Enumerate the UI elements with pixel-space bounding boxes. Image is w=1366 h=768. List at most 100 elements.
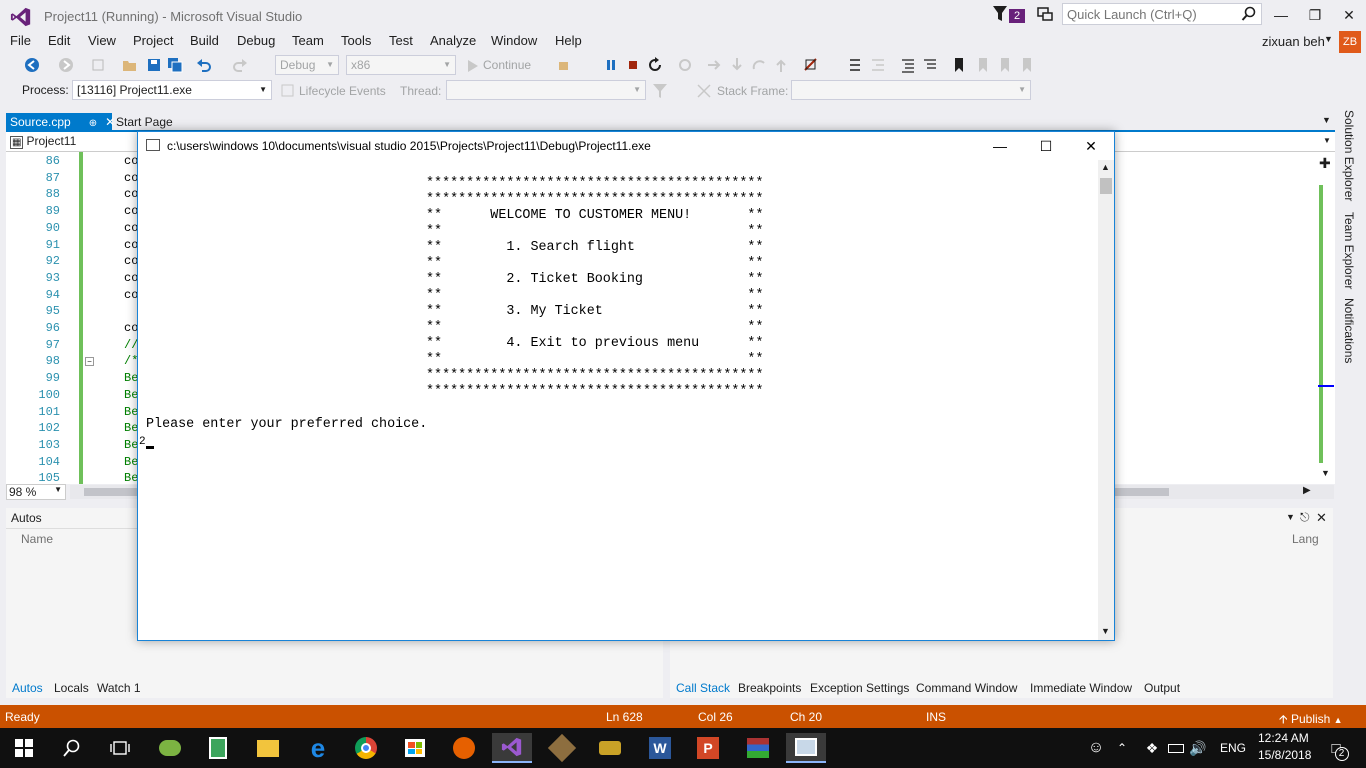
quick-launch-box[interactable] [1062,3,1262,25]
console-scroll-down-icon[interactable]: ▼ [1101,626,1110,636]
close-panel-icon[interactable]: ✕ [1316,510,1327,526]
tab-exception-settings[interactable]: Exception Settings [810,681,909,695]
menu-view[interactable]: View [88,33,116,48]
indent-icon[interactable] [870,57,886,73]
menu-build[interactable]: Build [190,33,219,48]
stop-icon[interactable] [625,57,641,73]
app-icon-shield[interactable] [590,733,630,763]
menu-tools[interactable]: Tools [341,33,371,48]
redo-icon[interactable] [232,57,248,73]
menu-team[interactable]: Team [292,33,324,48]
app-icon-green[interactable] [150,733,190,763]
uncomment-icon[interactable] [922,57,938,73]
next-bookmark-icon[interactable] [997,57,1013,73]
user-dropdown-icon[interactable]: ▼ [1324,34,1333,44]
battery-icon[interactable] [1164,733,1188,763]
notifications-filter-icon[interactable] [993,6,1007,22]
tab-overflow-icon[interactable]: ▼ [1322,115,1331,125]
clock-time[interactable]: 12:24 AM [1258,731,1309,745]
back-icon[interactable] [24,57,40,73]
tab-call-stack[interactable]: Call Stack [676,681,730,695]
console-close-button[interactable]: ✕ [1068,133,1114,159]
pause-icon[interactable] [603,57,619,73]
file-explorer-icon[interactable] [248,733,288,763]
tab-autos[interactable]: Autos [12,681,43,695]
task-view-icon[interactable] [100,733,140,763]
pin-icon[interactable]: ⊕ [89,118,97,129]
menu-window[interactable]: Window [491,33,537,48]
tab-watch-1[interactable]: Watch 1 [97,681,141,695]
zoom-select[interactable]: 98 % ▼ [6,484,66,500]
split-icon[interactable]: ✚ [1319,155,1331,172]
continue-icon[interactable] [465,58,481,74]
console-minimize-button[interactable]: — [977,133,1023,159]
open-file-icon[interactable] [122,57,138,73]
feedback-icon[interactable] [1036,6,1054,24]
console-vertical-scrollbar[interactable] [1098,160,1114,640]
collapse-icon[interactable]: − [85,357,94,366]
app-icon-sheets[interactable] [198,733,238,763]
menu-help[interactable]: Help [555,33,582,48]
bookmark-icon[interactable] [951,57,967,73]
pin-icon[interactable]: ⎋ [1300,510,1310,525]
tab-immediate-window[interactable]: Immediate Window [1030,681,1132,695]
search-icon[interactable] [1241,6,1257,22]
save-icon[interactable] [146,57,162,73]
tab-start-page[interactable]: Start Page [116,113,173,131]
menu-debug[interactable]: Debug [237,33,275,48]
platform-select[interactable]: x86 ▼ [346,55,456,75]
step-over-icon[interactable] [706,57,722,73]
menu-edit[interactable]: Edit [48,33,70,48]
side-tab-notifications[interactable]: Notifications [1342,298,1356,363]
step-over-2-icon[interactable] [751,57,767,73]
console-maximize-button[interactable]: ☐ [1023,133,1069,159]
stack-frame-select[interactable]: ▼ [791,80,1031,100]
user-name[interactable]: zixuan beh [1262,34,1325,49]
dropbox-icon[interactable]: ❖ [1140,733,1164,763]
step-into-icon[interactable] [729,57,745,73]
console-taskbar-icon[interactable] [786,733,826,763]
visual-studio-taskbar-icon[interactable] [492,733,532,763]
menu-analyze[interactable]: Analyze [430,33,476,48]
word-icon[interactable]: W [640,733,680,763]
winrar-icon[interactable] [738,733,778,763]
panel-menu-icon[interactable]: ▼ [1286,512,1295,522]
new-project-icon[interactable] [90,57,106,73]
thread-filter-icon[interactable] [652,83,668,99]
notification-count-badge[interactable]: 2 [1009,9,1025,23]
tab-breakpoints[interactable]: Breakpoints [738,681,801,695]
tab-output[interactable]: Output [1144,681,1180,695]
tab-command-window[interactable]: Command Window [916,681,1017,695]
call-stack-column-language[interactable]: Lang [1292,532,1319,546]
save-all-icon[interactable] [167,57,183,73]
firefox-icon[interactable] [444,733,484,763]
attach-icon[interactable] [557,57,573,73]
close-tab-icon[interactable]: ✕ [105,115,115,129]
exception-icon[interactable] [803,57,819,73]
app-icon-tool[interactable] [542,733,582,763]
continue-label[interactable]: Continue [483,58,531,72]
clock-date[interactable]: 15/8/2018 [1258,748,1311,762]
menu-project[interactable]: Project [133,33,173,48]
close-button[interactable]: ✕ [1332,0,1366,30]
restart-icon[interactable] [647,57,663,73]
side-tab-team-explorer[interactable]: Team Explorer [1342,212,1356,289]
action-center-icon[interactable]: □ 2 [1316,733,1356,763]
menu-file[interactable]: File [10,33,31,48]
step-into-specific-icon[interactable] [848,57,864,73]
lifecycle-events-icon[interactable] [280,83,296,99]
people-icon[interactable]: ☺ [1076,733,1116,763]
stack-frame-icon[interactable] [696,83,712,99]
member-dropdown-icon[interactable]: ▼ [1323,136,1331,145]
show-next-statement-icon[interactable] [677,57,693,73]
show-hidden-icons-icon[interactable]: ⌃ [1112,733,1132,763]
powerpoint-icon[interactable]: P [688,733,728,763]
clear-bookmarks-icon[interactable] [1019,57,1035,73]
store-icon[interactable] [395,733,435,763]
solution-config-select[interactable]: Debug ▼ [275,55,339,75]
chrome-icon[interactable] [346,733,386,763]
lifecycle-events-label[interactable]: Lifecycle Events [299,84,386,98]
console-scroll-thumb[interactable] [1100,178,1112,194]
tab-locals[interactable]: Locals [54,681,89,695]
project-dropdown[interactable]: ▦ Project11 [10,134,76,149]
